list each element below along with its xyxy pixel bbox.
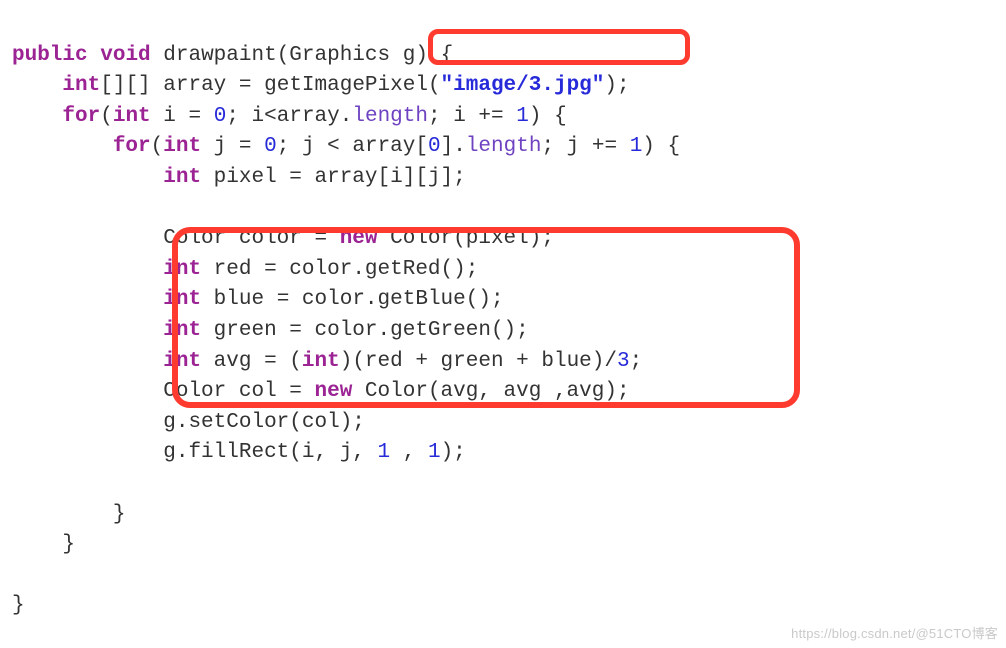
kw-new: new [340, 227, 378, 250]
kw-for: for [62, 105, 100, 128]
code-line-16: } [12, 503, 125, 526]
code-line-6 [12, 197, 25, 220]
code-block: public void drawpaint(Graphics g) { int[… [12, 10, 680, 622]
kw-int: int [62, 74, 100, 97]
string-literal: "image/3.jpg" [441, 74, 605, 97]
code-line-3: for(int i = 0; i<array.length; i += 1) { [12, 105, 567, 128]
code-line-14: g.fillRect(i, j, 1 , 1); [12, 441, 466, 464]
code-line-17: } [12, 533, 75, 556]
code-line-9: int blue = color.getBlue(); [12, 288, 504, 311]
kw-void: void [100, 44, 150, 67]
kw-public: public [12, 44, 88, 67]
code-line-2: int[][] array = getImagePixel("image/3.j… [12, 74, 630, 97]
code-line-10: int green = color.getGreen(); [12, 319, 529, 342]
brace-close: } [113, 503, 126, 526]
type-Color: Color [163, 227, 226, 250]
watermark-text: https://blog.csdn.net/@51CTO博客 [791, 623, 998, 642]
code-line-18 [12, 564, 25, 587]
code-line-7: Color color = new Color(pixel); [12, 227, 554, 250]
code-line-1: public void drawpaint(Graphics g) { [12, 44, 453, 67]
code-line-4: for(int j = 0; j < array[0].length; j +=… [12, 135, 680, 158]
code-line-19: } [12, 594, 25, 617]
brace-close: } [12, 594, 25, 617]
code-line-12: Color col = new Color(avg, avg ,avg); [12, 380, 630, 403]
code-line-5: int pixel = array[i][j]; [12, 166, 466, 189]
code-line-11: int avg = (int)(red + green + blue)/3; [12, 350, 642, 373]
method-name: drawpaint [163, 44, 276, 67]
brace-close: } [62, 533, 75, 556]
code-line-13: g.setColor(col); [12, 411, 365, 434]
field-length: length [352, 105, 428, 128]
code-line-8: int red = color.getRed(); [12, 258, 478, 281]
code-line-15 [12, 472, 25, 495]
type-Graphics: Graphics [289, 44, 390, 67]
